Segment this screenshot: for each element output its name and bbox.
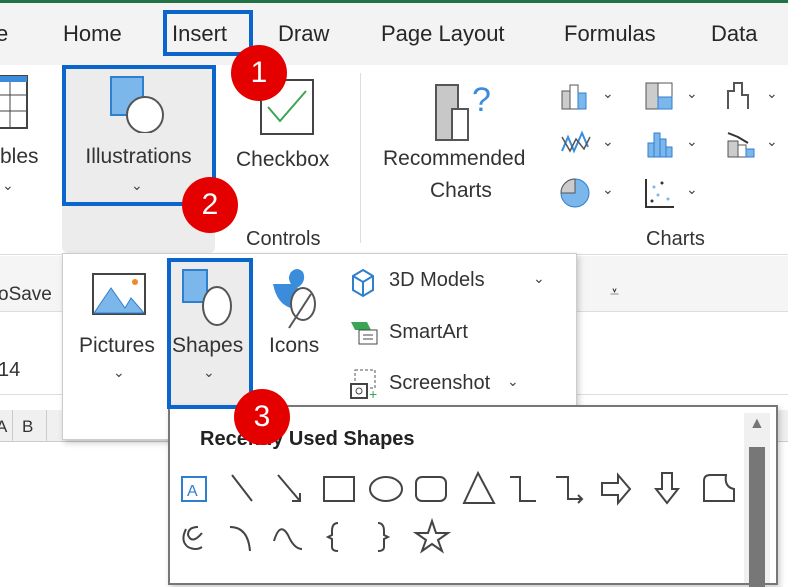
column-header-b[interactable]: B [22,417,33,437]
pictures-button[interactable]: Pictures [79,334,155,358]
column-divider [12,410,13,442]
hierarchy-chart-icon[interactable] [644,81,676,111]
3d-models-icon [352,268,374,298]
line-chart-icon[interactable] [560,129,592,159]
smartart-button[interactable]: SmartArt [389,321,468,344]
svg-text:?: ? [472,81,491,119]
line-shape-icon[interactable] [231,474,253,502]
oval-shape-icon[interactable] [369,476,403,502]
group-divider [360,73,361,243]
tab-data[interactable]: Data [711,21,757,47]
elbow-arrow-connector-shape-icon[interactable] [556,476,584,504]
right-brace-shape-icon[interactable] [377,522,391,552]
column-header-a[interactable]: A [0,417,7,437]
charts-group-label: Charts [646,228,705,250]
step-badge-1: 1 [231,45,287,101]
right-arrow-shape-icon[interactable] [601,472,632,506]
controls-group-label: Controls [246,228,321,250]
tab-file[interactable]: e [0,21,8,47]
chevron-down-icon[interactable]: ⌄ [766,85,778,102]
tab-page-layout[interactable]: Page Layout [381,21,505,47]
tab-formulas[interactable]: Formulas [564,21,656,47]
tab-home[interactable]: Home [63,21,122,47]
scatter-chart-icon[interactable] [644,177,676,209]
arrow-line-shape-icon[interactable] [277,474,301,502]
chevron-down-icon[interactable]: ⌄ [533,270,545,287]
curve-shape-icon[interactable] [273,528,303,550]
icons-icon [273,269,316,329]
left-brace-shape-icon[interactable] [325,522,339,552]
triangle-shape-icon[interactable] [462,471,496,504]
text-box-shape-icon[interactable]: A [181,476,207,502]
table-icon [0,75,28,129]
step-badge-2: 2 [182,177,238,233]
shape-grid: A [181,471,735,554]
recently-used-shapes-heading: Recently Used Shapes [200,428,415,450]
scribble-shape-icon[interactable] [182,526,203,550]
step-badge-3: 3 [234,389,290,445]
recommended-charts-button[interactable]: Recommended [383,147,525,171]
statistic-chart-icon[interactable] [644,129,676,159]
insert-tab-highlight [163,10,253,56]
arc-shape-icon[interactable] [229,526,251,552]
recommended-charts-label: Charts [430,179,492,202]
column-divider [46,410,47,442]
chevron-down-icon[interactable]: ⌄ [602,85,614,102]
autosave-toggle[interactable]: oSave [0,284,52,306]
checkbox-button[interactable]: Checkbox [236,148,329,172]
pie-chart-icon[interactable] [560,177,592,209]
scroll-up-icon[interactable]: ▲ [749,415,765,433]
snip-rectangle-shape-icon[interactable] [703,474,735,502]
column-chart-icon[interactable] [560,81,592,111]
svg-text:A: A [187,483,198,500]
star-shape-icon[interactable] [412,517,452,554]
combo-chart-icon[interactable] [726,129,758,159]
shapes-highlight [167,258,253,409]
chevron-down-icon[interactable]: ⌄ [507,373,519,390]
recommended-charts-icon: ? [435,81,491,141]
icons-button[interactable]: Icons [269,334,319,358]
svg-text:+: + [369,386,377,400]
down-arrow-shape-icon[interactable] [653,472,681,505]
chevron-down-icon[interactable]: ⌄ [686,133,698,150]
rectangle-shape-icon[interactable] [323,476,355,502]
smartart-icon [351,322,378,345]
chevron-down-icon[interactable]: ⌄ [686,181,698,198]
chevron-down-icon: ⌄ [113,364,125,380]
elbow-connector-shape-icon[interactable] [510,476,536,502]
scrollbar-thumb[interactable] [749,447,765,587]
waterfall-chart-icon[interactable] [726,81,758,111]
name-box[interactable]: 14 [0,359,20,382]
screenshot-button[interactable]: Screenshot [389,372,490,395]
rounded-rectangle-shape-icon[interactable] [415,476,447,502]
3d-models-button[interactable]: 3D Models [389,269,485,292]
chevron-down-icon[interactable]: ⌄ [766,133,778,150]
chevron-down-icon: ⌄ [2,177,14,193]
tab-draw[interactable]: Draw [278,21,329,47]
chevron-down-icon[interactable]: ⌄ [602,181,614,198]
tables-button[interactable]: bles [0,145,39,169]
chevron-down-icon[interactable]: ⌄ [686,85,698,102]
chevron-down-icon[interactable]: ⌄ [602,133,614,150]
pictures-icon [92,273,146,315]
screenshot-icon: + [350,369,377,400]
chart-type-grid: ⌄ ⌄ ⌄ ⌄ ⌄ ⌄ ⌄ ⌄ [560,81,788,211]
ribbon-tab-bar: e Home Insert Draw Page Layout Formulas … [0,3,788,65]
customize-toolbar-icon[interactable]: ⩡ [610,284,619,302]
